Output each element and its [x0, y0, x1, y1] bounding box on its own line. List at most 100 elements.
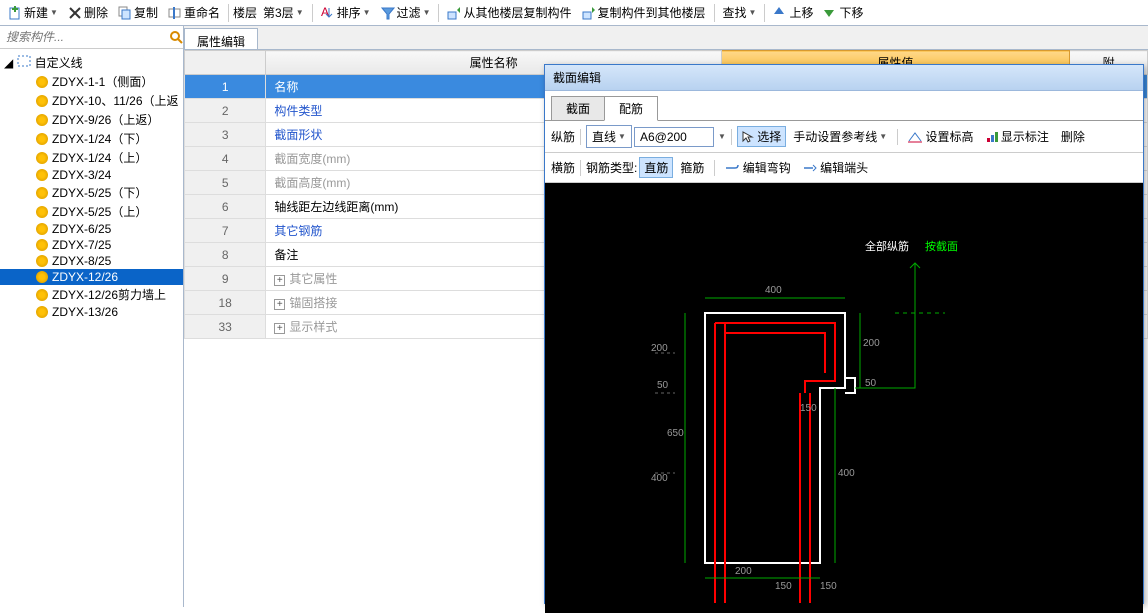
down-label: 下移 — [839, 4, 863, 21]
expand-icon[interactable]: + — [274, 275, 285, 286]
tree-item[interactable]: ZDYX-12/26 — [0, 269, 183, 285]
right-panel: 属性编辑 属性名称 属性值 附 1名称ZDYX-12/262构件类型自定义线3截… — [184, 26, 1148, 607]
all-zongji-label: 全部纵筋 — [865, 238, 909, 254]
show-annotation-button[interactable]: 显示标注 — [981, 126, 1054, 147]
property-tabstrip: 属性编辑 — [184, 26, 1148, 50]
copy-icon — [118, 6, 132, 20]
tab-rebar[interactable]: 配筋 — [604, 96, 658, 121]
property-edit-tab[interactable]: 属性编辑 — [184, 28, 258, 49]
tree-item[interactable]: ZDYX-6/25 — [0, 221, 183, 237]
filter-button[interactable]: 过滤▼ — [377, 2, 435, 23]
tree-item-label: ZDYX-5/25（下） — [52, 184, 147, 201]
delete-button[interactable]: 删除 — [64, 2, 112, 23]
row-number: 1 — [185, 75, 266, 99]
gear-icon — [36, 289, 48, 301]
zongji-label: 纵筋 — [551, 128, 575, 145]
tree-item-label: ZDYX-12/26剪力墙上 — [52, 286, 166, 303]
tree-item[interactable]: ZDYX-13/26 — [0, 304, 183, 320]
new-button[interactable]: 新建▼ — [4, 2, 62, 23]
tab-section[interactable]: 截面 — [551, 96, 605, 121]
rename-label: 重命名 — [184, 4, 220, 21]
gear-icon — [36, 271, 48, 283]
tree-item-label: ZDYX-1-1（侧面） — [52, 73, 153, 90]
sort-icon: A — [321, 6, 335, 20]
dim-150b2: 150 — [820, 581, 837, 592]
elevation-icon — [908, 131, 922, 143]
dim-50: 50 — [657, 380, 668, 391]
dialog-toolbar-2: 横筋 钢筋类型: 直筋 箍筋 编辑弯钩 编辑端头 — [545, 153, 1143, 183]
search-input[interactable] — [0, 26, 169, 48]
row-number: 8 — [185, 243, 266, 267]
tree-item[interactable]: ZDYX-5/25（下） — [0, 183, 183, 202]
dim-150: 150 — [800, 403, 817, 414]
copy-to-label: 复制构件到其他楼层 — [598, 4, 706, 21]
tree-item[interactable]: ZDYX-5/25（上） — [0, 202, 183, 221]
straight-rebar-button[interactable]: 直筋 — [639, 157, 673, 178]
tree-item[interactable]: ZDYX-1/24（上） — [0, 148, 183, 167]
copy-from-icon — [447, 6, 461, 20]
floor-value: 第3层 — [263, 4, 294, 21]
svg-text:A: A — [321, 6, 329, 19]
search-icon[interactable] — [169, 26, 183, 48]
end-icon — [803, 162, 817, 174]
gear-icon — [36, 255, 48, 267]
tree-item-label: ZDYX-10、11/26（上返 — [52, 92, 179, 109]
gear-icon — [36, 95, 48, 107]
floor-selector[interactable]: 第3层▼ — [259, 2, 308, 23]
dim-200r: 200 — [863, 338, 880, 349]
gear-icon — [36, 152, 48, 164]
separator — [714, 4, 715, 22]
search-bar — [0, 26, 183, 49]
dialog-tabs: 截面 配筋 — [545, 91, 1143, 121]
tree-item[interactable]: ZDYX-1/24（下） — [0, 129, 183, 148]
tree-item-label: ZDYX-9/26（上返） — [52, 111, 159, 128]
tree-item[interactable]: ZDYX-1-1（侧面） — [0, 72, 183, 91]
delete-rebar-button[interactable]: 删除 — [1056, 126, 1090, 147]
find-button[interactable]: 查找▼ — [719, 2, 761, 23]
sort-button[interactable]: A排序▼ — [317, 2, 375, 23]
tree-item-label: ZDYX-5/25（上） — [52, 203, 147, 220]
section-canvas[interactable]: 全部纵筋 按截面 400 200 50 200 50 650 400 400 1… — [545, 183, 1143, 613]
stirrup-button[interactable]: 箍筋 — [675, 157, 709, 178]
new-label: 新建 — [24, 4, 48, 21]
sort-label: 排序 — [337, 4, 361, 21]
edit-hook-button[interactable]: 编辑弯钩 — [720, 157, 795, 178]
rebar-spec-input[interactable]: A6@200 — [634, 127, 714, 147]
cursor-icon — [742, 131, 754, 143]
tree-item[interactable]: ZDYX-9/26（上返） — [0, 110, 183, 129]
copy-to-button[interactable]: 复制构件到其他楼层 — [578, 2, 710, 23]
refline-button[interactable]: 手动设置参考线 ▼ — [788, 126, 892, 147]
gear-icon — [36, 114, 48, 126]
move-down-button[interactable]: 下移 — [819, 2, 867, 23]
expand-icon[interactable]: + — [274, 299, 285, 310]
edit-end-button[interactable]: 编辑端头 — [798, 157, 873, 178]
separator — [438, 4, 439, 22]
tree-item[interactable]: ZDYX-12/26剪力墙上 — [0, 285, 183, 304]
tree-item-label: ZDYX-1/24（上） — [52, 149, 147, 166]
new-icon — [8, 6, 22, 20]
expand-icon[interactable]: + — [274, 323, 285, 334]
dim-400r2: 400 — [838, 468, 855, 479]
gear-icon — [36, 223, 48, 235]
tree-item-label: ZDYX-12/26 — [52, 270, 118, 284]
up-icon — [773, 6, 787, 20]
tree-item-label: ZDYX-8/25 — [52, 254, 111, 268]
row-number: 7 — [185, 219, 266, 243]
line-type-selector[interactable]: 直线 ▼ — [586, 125, 632, 148]
annotation-icon — [986, 131, 998, 143]
select-button[interactable]: 选择 — [737, 126, 786, 147]
tree-item[interactable]: ZDYX-10、11/26（上返 — [0, 91, 183, 110]
tree-root[interactable]: ◢ 自定义线 — [0, 53, 183, 72]
tree-item-label: ZDYX-1/24（下） — [52, 130, 147, 147]
tree-item[interactable]: ZDYX-7/25 — [0, 237, 183, 253]
tree-item[interactable]: ZDYX-3/24 — [0, 167, 183, 183]
tree-item[interactable]: ZDYX-8/25 — [0, 253, 183, 269]
dim-50r: 50 — [865, 378, 876, 389]
delete-label: 删除 — [84, 4, 108, 21]
rename-button[interactable]: 重命名 — [164, 2, 224, 23]
set-elevation-button[interactable]: 设置标高 — [903, 126, 978, 147]
hook-icon — [725, 162, 739, 174]
copy-button[interactable]: 复制 — [114, 2, 162, 23]
move-up-button[interactable]: 上移 — [769, 2, 817, 23]
copy-from-button[interactable]: 从其他楼层复制构件 — [443, 2, 575, 23]
